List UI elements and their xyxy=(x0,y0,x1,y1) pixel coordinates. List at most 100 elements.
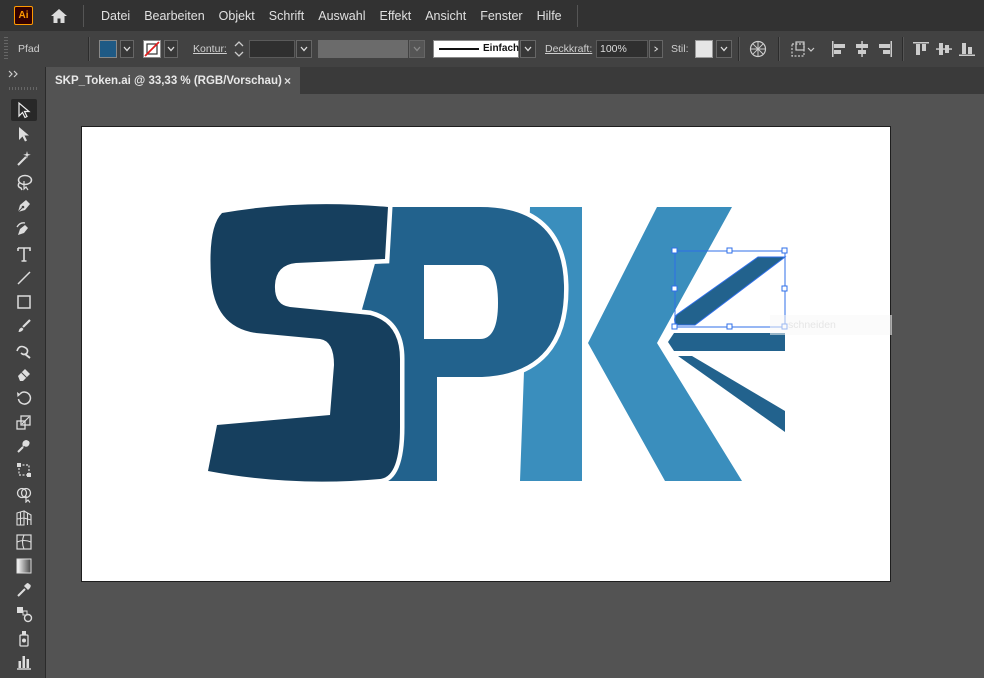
brush-definition[interactable]: Einfach xyxy=(433,40,519,58)
eyedropper-tool[interactable] xyxy=(11,579,37,601)
menu-effekt[interactable]: Effekt xyxy=(372,9,418,23)
stroke-dropdown[interactable] xyxy=(164,40,178,58)
line-segment-tool[interactable] xyxy=(11,267,37,289)
opacity-label[interactable]: Deckkraft: xyxy=(545,43,592,55)
middle-bar xyxy=(668,333,785,351)
stepper-icon[interactable] xyxy=(233,39,245,59)
divider xyxy=(88,37,90,61)
selection-arrow-icon xyxy=(18,101,31,119)
type-t-icon xyxy=(17,247,31,262)
align-right-icon[interactable] xyxy=(876,40,894,58)
opacity-flyout[interactable] xyxy=(649,40,663,58)
selection-tool[interactable] xyxy=(11,99,37,121)
home-icon[interactable] xyxy=(49,6,69,26)
panel-grip[interactable] xyxy=(9,87,37,90)
close-tab-button[interactable]: × xyxy=(284,74,291,88)
chevron-down-icon xyxy=(524,46,532,52)
gradient-icon xyxy=(16,558,32,574)
graphic-style-dropdown[interactable] xyxy=(716,40,732,58)
variable-width-profile[interactable] xyxy=(318,40,408,58)
menu-hilfe[interactable]: Hilfe xyxy=(530,9,569,23)
mesh-tool[interactable] xyxy=(11,531,37,553)
pen-nib-icon xyxy=(17,200,30,213)
fill-dropdown[interactable] xyxy=(120,40,134,58)
menu-divider xyxy=(576,4,578,27)
align-top-icon[interactable] xyxy=(912,40,930,58)
column-graph-tool[interactable] xyxy=(11,651,37,673)
brush-name: Einfach xyxy=(483,43,520,54)
menu-bar: Ai Datei Bearbeiten Objekt Schrift Auswa… xyxy=(0,0,984,31)
menu-bearbeiten[interactable]: Bearbeiten xyxy=(137,9,211,23)
align-vertical-center-icon[interactable] xyxy=(935,40,953,58)
rectangle-tool[interactable] xyxy=(11,291,37,313)
scale-tool[interactable] xyxy=(11,411,37,433)
recolor-artwork-icon[interactable] xyxy=(749,40,767,58)
blend-icon xyxy=(17,607,33,623)
opacity-input[interactable]: 100% xyxy=(596,40,648,58)
curvature-tool[interactable] xyxy=(11,219,37,241)
graphic-style-swatch[interactable] xyxy=(695,40,713,58)
chevron-down-icon xyxy=(413,46,421,52)
object-type-label: Pfad xyxy=(18,43,40,55)
lasso-tool[interactable] xyxy=(11,171,37,193)
brush-dropdown[interactable] xyxy=(520,40,536,58)
eraser-icon xyxy=(18,369,30,381)
menu-ansicht[interactable]: Ansicht xyxy=(418,9,473,23)
fill-color-swatch[interactable] xyxy=(99,40,117,58)
curvature-pen-icon xyxy=(16,222,28,235)
panel-grip[interactable] xyxy=(4,37,8,61)
collapse-panel-icon[interactable] xyxy=(8,70,20,78)
align-bottom-icon[interactable] xyxy=(958,40,976,58)
smart-guide-hint: schneiden xyxy=(788,319,836,331)
align-left-icon[interactable] xyxy=(830,40,848,58)
stroke-weight-dropdown[interactable] xyxy=(296,40,312,58)
rectangle-icon xyxy=(17,295,31,309)
direct-selection-arrow-icon xyxy=(19,127,29,142)
free-transform-tool[interactable] xyxy=(11,459,37,481)
free-transform-icon xyxy=(17,463,31,477)
align-to-icon[interactable] xyxy=(790,40,816,58)
scale-icon xyxy=(16,415,31,430)
perspective-grid-tool[interactable] xyxy=(11,507,37,529)
direct-selection-tool[interactable] xyxy=(11,123,37,145)
document-tab-bar: SKP_Token.ai @ 33,33 % (RGB/Vorschau) × xyxy=(46,67,984,94)
no-stroke-icon xyxy=(144,41,160,57)
warp-tool[interactable] xyxy=(11,435,37,457)
menu-objekt[interactable]: Objekt xyxy=(212,9,262,23)
artwork xyxy=(202,199,892,487)
align-horizontal-center-icon[interactable] xyxy=(853,40,871,58)
stroke-none-swatch[interactable] xyxy=(143,40,161,58)
magic-wand-tool[interactable] xyxy=(11,147,37,169)
symbol-sprayer-tool[interactable] xyxy=(11,627,37,649)
rotate-tool[interactable] xyxy=(11,387,37,409)
menu-datei[interactable]: Datei xyxy=(94,9,137,23)
divider xyxy=(902,37,904,61)
menu-auswahl[interactable]: Auswahl xyxy=(311,9,372,23)
variable-width-dropdown[interactable] xyxy=(409,40,425,58)
chevron-down-icon xyxy=(123,46,131,52)
eraser-tool[interactable] xyxy=(11,363,37,385)
shaper-icon xyxy=(16,345,31,359)
paintbrush-icon xyxy=(18,319,31,332)
type-tool[interactable] xyxy=(11,243,37,265)
column-graph-icon xyxy=(17,656,31,670)
document-tab[interactable]: SKP_Token.ai @ 33,33 % (RGB/Vorschau) × xyxy=(46,67,300,94)
menu-schrift[interactable]: Schrift xyxy=(262,9,311,23)
eyedropper-icon xyxy=(17,583,31,597)
menu-fenster[interactable]: Fenster xyxy=(473,9,529,23)
gradient-tool[interactable] xyxy=(11,555,37,577)
perspective-grid-icon xyxy=(16,510,32,526)
menu-divider xyxy=(83,4,84,27)
symbol-sprayer-icon xyxy=(19,631,29,647)
warp-icon xyxy=(17,440,30,453)
letter-s-shape xyxy=(202,199,405,487)
artboard[interactable]: schneiden xyxy=(81,126,892,582)
chevron-down-icon xyxy=(720,46,728,52)
stroke-weight-input[interactable] xyxy=(249,40,295,58)
paintbrush-tool[interactable] xyxy=(11,315,37,337)
blend-tool[interactable] xyxy=(11,603,37,625)
shaper-tool[interactable] xyxy=(11,339,37,361)
app-logo: Ai xyxy=(14,6,33,25)
pen-tool[interactable] xyxy=(11,195,37,217)
shape-builder-tool[interactable] xyxy=(11,483,37,505)
